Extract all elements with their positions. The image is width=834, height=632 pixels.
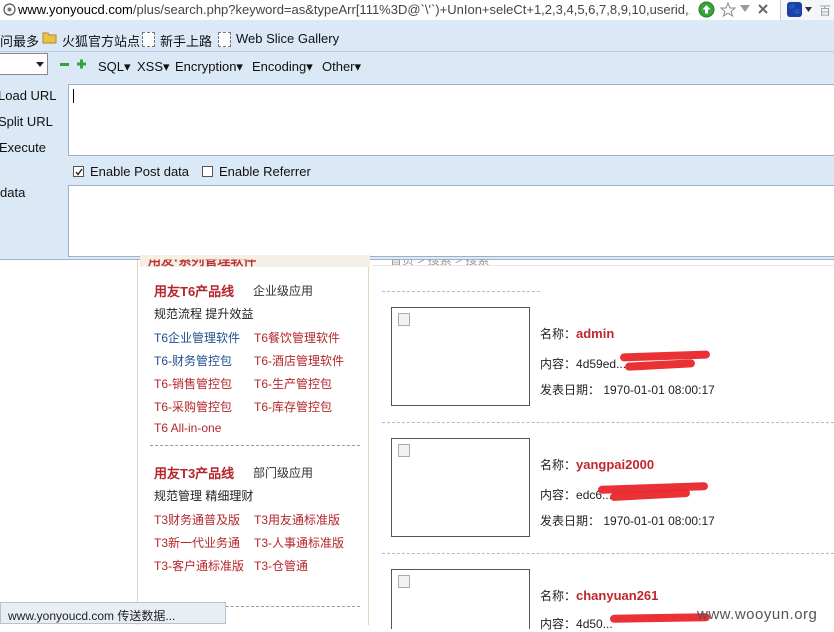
t6-tag: 企业级应用 [253, 284, 314, 298]
t3-link[interactable]: T3用友通标准版 [254, 511, 340, 528]
search-engine-box[interactable]: 🐾 百 [780, 0, 834, 20]
search-engine-dropdown-icon[interactable] [805, 7, 812, 12]
post-data-textarea[interactable] [68, 185, 834, 257]
result-name: 名称：chanyuan261 [540, 588, 659, 603]
url-host: www.yonyoucd.com [18, 2, 133, 17]
result-username[interactable]: chanyuan261 [576, 588, 658, 603]
result-thumbnail[interactable] [391, 438, 530, 537]
watermark: www.wooyun.org [697, 606, 818, 623]
url-path: /plus/search.php?keyword=as&typeArr[111%… [132, 2, 696, 17]
checkmark-icon [75, 168, 83, 176]
search-engine-icon[interactable]: 🐾 [787, 2, 802, 17]
t3-link[interactable]: T3财务通普及版 [154, 511, 240, 528]
divider [150, 445, 360, 446]
result-name: 名称：admin [540, 326, 615, 341]
url-textarea[interactable] [68, 84, 834, 156]
t3-link[interactable]: T3-人事通标准版 [254, 534, 344, 551]
page-icon [218, 32, 231, 47]
enable-referrer-checkbox[interactable] [202, 166, 213, 177]
divider [372, 265, 834, 266]
menu-other[interactable]: Other▾ [322, 59, 361, 75]
t3-heading[interactable]: 用友T3产品线 [154, 463, 234, 482]
t6-link[interactable]: T6-采购管控包 [154, 398, 232, 415]
t3-slogan: 规范管理 精细理财 [154, 489, 254, 503]
result-thumbnail[interactable] [391, 569, 530, 629]
result-date: 发表日期： 1970-01-01 08:00:17 [540, 514, 715, 528]
address-bar[interactable]: www.yonyoucd.com/plus/search.php?keyword… [0, 0, 834, 21]
site-identity-icon[interactable] [3, 3, 16, 16]
page-icon [142, 32, 155, 47]
history-dropdown-icon[interactable] [740, 5, 750, 13]
redaction-mark [609, 613, 711, 623]
t3-tag: 部门级应用 [253, 466, 314, 480]
text-cursor [73, 89, 74, 103]
t6-link[interactable]: T6-库存管控包 [254, 398, 332, 415]
load-url-button[interactable]: Load URL [0, 88, 57, 103]
t6-link[interactable]: T6-生产管控包 [254, 375, 332, 392]
result-username[interactable]: admin [576, 326, 614, 341]
post-data-label: data [0, 185, 26, 200]
status-text: www.yonyoucd.com 传送数据... [8, 609, 176, 623]
bookmark-star-icon[interactable] [720, 2, 736, 17]
broken-image-icon [398, 444, 410, 457]
enable-referrer-label[interactable]: Enable Referrer [219, 164, 311, 179]
chevron-down-icon [36, 62, 44, 67]
result-username[interactable]: yangpai2000 [576, 457, 654, 472]
t3-link[interactable]: T3-仓管通 [254, 557, 308, 574]
result-content: 内容：4d50... [540, 617, 613, 631]
bookmark-item-firefox[interactable]: 火狐官方站点 [62, 31, 140, 50]
bookmark-item-wen[interactable]: 问最多 [0, 31, 39, 50]
result-thumbnail[interactable] [391, 307, 530, 406]
close-icon[interactable] [757, 3, 769, 15]
broken-image-icon [398, 575, 410, 588]
menu-encryption[interactable]: Encryption▾ [175, 59, 243, 75]
t6-heading[interactable]: 用友T6产品线 [154, 281, 234, 300]
broken-image-icon [398, 313, 410, 326]
t6-link[interactable]: T6-财务管控包 [154, 352, 232, 369]
t3-link[interactable]: T3-客户通标准版 [154, 557, 244, 574]
enable-post-label[interactable]: Enable Post data [90, 164, 189, 179]
enable-post-checkbox[interactable] [73, 166, 84, 177]
execute-button[interactable]: Execute [0, 140, 46, 155]
t6-link[interactable]: T6 All-in-one [154, 421, 221, 435]
divider [382, 291, 540, 292]
hackbar-select[interactable] [0, 53, 48, 75]
menu-sql[interactable]: SQL▾ [98, 59, 131, 75]
result-date: 发表日期： 1970-01-01 08:00:17 [540, 383, 715, 397]
divider [382, 553, 834, 554]
url-text[interactable]: www.yonyoucd.com/plus/search.php?keyword… [18, 2, 696, 17]
divider [382, 422, 834, 423]
decrease-icon[interactable] [60, 62, 69, 67]
result-name: 名称：yangpai2000 [540, 457, 655, 472]
t6-link[interactable]: T6企业管理软件 [154, 329, 240, 346]
bookmark-item-getting-started[interactable]: 新手上路 [160, 31, 212, 50]
bookmark-item-web-slice[interactable]: Web Slice Gallery [236, 31, 339, 46]
t6-link[interactable]: T6-销售管控包 [154, 375, 232, 392]
t3-link[interactable]: T3新一代业务通 [154, 534, 240, 551]
menu-xss[interactable]: XSS▾ [137, 59, 170, 75]
increase-icon[interactable] [77, 59, 86, 69]
t6-slogan: 规范流程 提升效益 [154, 307, 254, 321]
result-content: 内容：4d59ed... [540, 357, 627, 371]
t6-link[interactable]: T6-酒店管理软件 [254, 352, 344, 369]
t6-link[interactable]: T6餐饮管理软件 [254, 329, 340, 346]
go-icon[interactable] [698, 1, 715, 18]
search-text: 百 [819, 4, 832, 18]
split-url-button[interactable]: Split URL [0, 114, 53, 129]
folder-icon [42, 32, 57, 44]
menu-encoding[interactable]: Encoding▾ [252, 59, 313, 75]
